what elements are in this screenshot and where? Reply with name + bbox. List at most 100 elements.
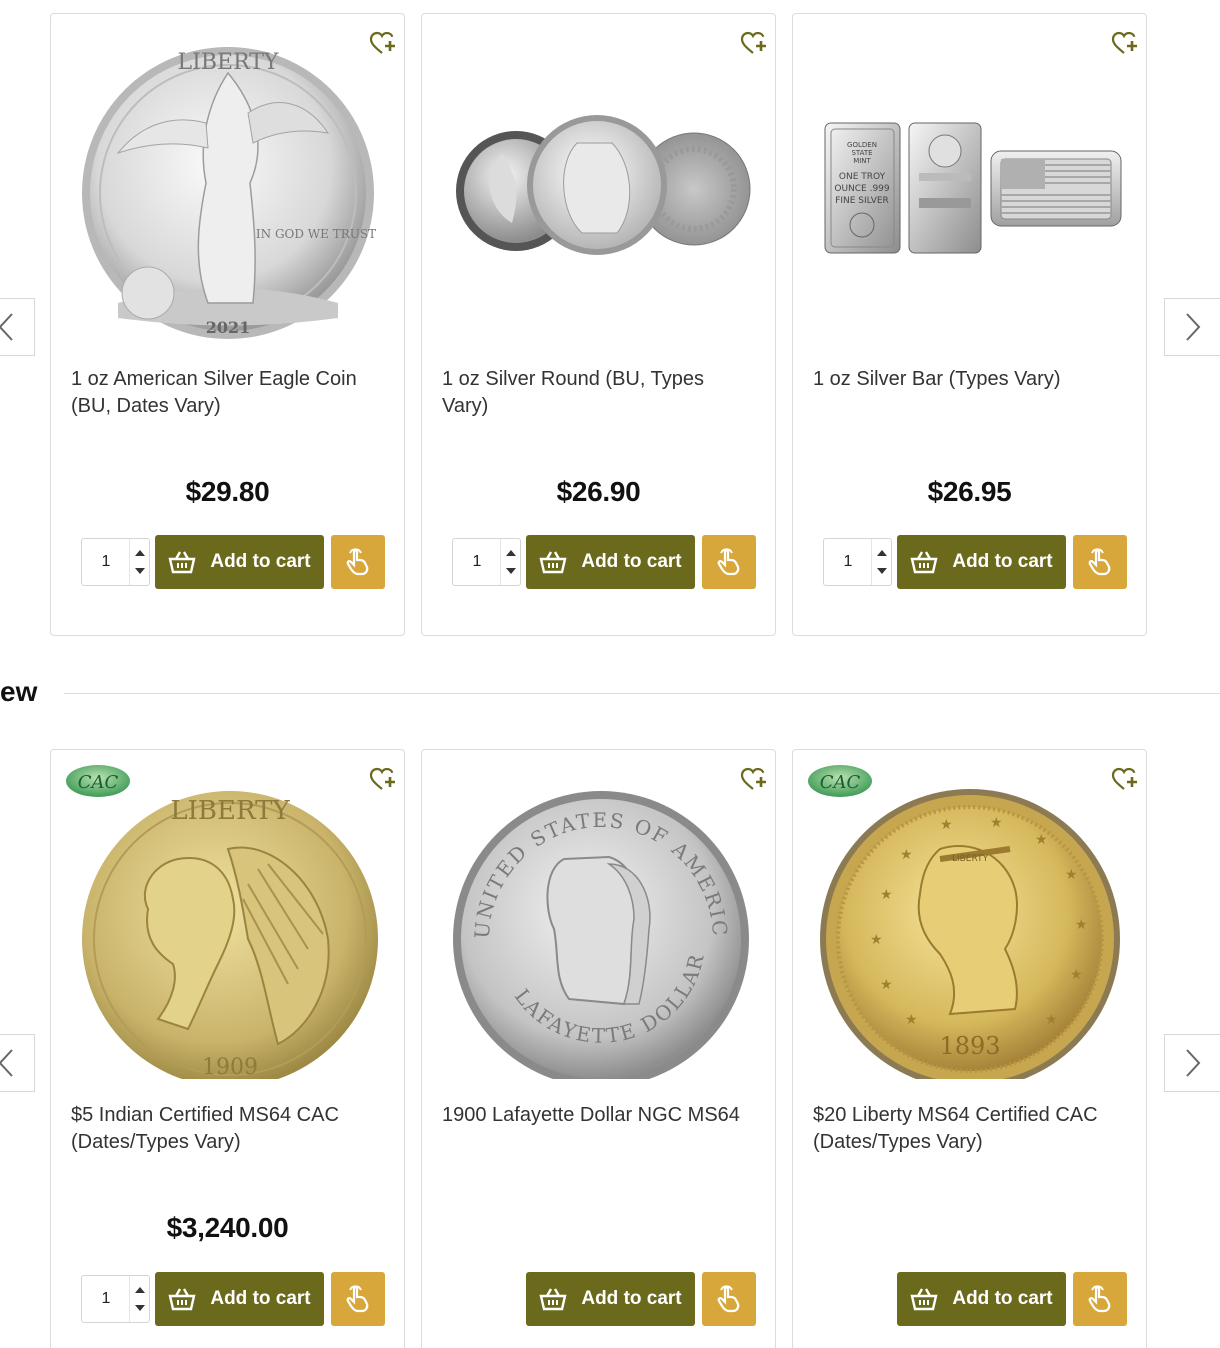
quantity-spinner[interactable] (500, 539, 520, 585)
increment-arrow-icon[interactable] (135, 550, 145, 556)
product-image[interactable]: LIBERTY 1909 (71, 764, 385, 1084)
add-to-cart-button[interactable]: Add to cart (526, 535, 695, 589)
quantity-stepper[interactable]: 1 (81, 538, 150, 586)
coin-legend: LIBERTY (178, 50, 279, 75)
decrement-arrow-icon[interactable] (877, 568, 887, 574)
add-to-cart-button[interactable]: Add to cart (155, 535, 324, 589)
product-image[interactable]: UNITED STATES OF AMERICA LAFAYETTE DOLLA… (442, 764, 756, 1084)
product-title[interactable]: 1900 Lafayette Dollar NGC MS64 (442, 1102, 742, 1129)
carousel-prev-button[interactable] (0, 1034, 35, 1092)
basket-icon (168, 551, 196, 574)
quantity-spinner[interactable] (871, 539, 891, 585)
product-card[interactable]: LIBERTY 1909 CAC $5 Indian Certified MS6… (50, 749, 405, 1348)
svg-text:★: ★ (880, 977, 893, 993)
quantity-value[interactable]: 1 (453, 539, 501, 585)
bar-text: MINT (853, 157, 871, 165)
add-to-cart-label: Add to cart (210, 551, 311, 572)
basket-icon (168, 1288, 196, 1311)
product-title[interactable]: $5 Indian Certified MS64 CAC (Dates/Type… (71, 1102, 371, 1156)
increment-arrow-icon[interactable] (506, 550, 516, 556)
product-image[interactable]: GOLDEN STATE MINT ONE TROY OUNCE .999 FI… (813, 28, 1127, 348)
svg-text:★: ★ (1075, 917, 1088, 933)
product-card[interactable]: ★ ★ ★ ★ ★ ★ ★ ★ ★ ★ ★ ★ LIBERTY 1893 CAC $20 Libe… (792, 749, 1147, 1348)
basket-icon (910, 551, 938, 574)
product-price: $26.95 (927, 476, 1012, 507)
quantity-spinner[interactable] (129, 1276, 149, 1322)
carousel-next-button[interactable] (1164, 298, 1220, 356)
chevron-left-icon (0, 313, 13, 341)
quantity-spinner[interactable] (129, 539, 149, 585)
cac-badge: CAC (807, 764, 873, 798)
coin-motto: IN GOD WE TRUST (256, 227, 376, 241)
carousel-next-button[interactable] (1164, 1034, 1220, 1092)
product-image[interactable] (442, 28, 756, 348)
hand-pointer-icon (1088, 1285, 1111, 1313)
svg-text:★: ★ (1070, 967, 1083, 983)
add-to-cart-button[interactable]: Add to cart (155, 1272, 324, 1326)
hand-pointer-icon (346, 1285, 369, 1313)
svg-text:★: ★ (870, 932, 883, 948)
hand-pointer-icon (1088, 548, 1111, 576)
quick-buy-button[interactable] (1073, 1272, 1127, 1326)
decrement-arrow-icon[interactable] (506, 568, 516, 574)
add-to-cart-label: Add to cart (210, 1288, 311, 1309)
product-image[interactable]: LIBERTY IN GOD WE TRUST 2021 (71, 28, 385, 348)
product-title[interactable]: 1 oz Silver Round (BU, Types Vary) (442, 366, 742, 420)
quick-buy-button[interactable] (702, 1272, 756, 1326)
quick-buy-button[interactable] (1073, 535, 1127, 589)
svg-text:★: ★ (990, 815, 1003, 831)
section-divider (64, 693, 1220, 694)
hand-pointer-icon (717, 1285, 740, 1313)
bar-text: FINE SILVER (835, 196, 889, 206)
increment-arrow-icon[interactable] (135, 1287, 145, 1293)
cac-badge-text: CAC (820, 772, 861, 793)
product-card[interactable]: GOLDEN STATE MINT ONE TROY OUNCE .999 FI… (792, 13, 1147, 636)
add-to-cart-label: Add to cart (581, 1288, 682, 1309)
cac-badge: CAC (65, 764, 131, 798)
svg-text:★: ★ (1035, 832, 1048, 848)
coin-year: 1893 (939, 1032, 1000, 1060)
product-price: $26.90 (556, 476, 641, 507)
quantity-value[interactable]: 1 (824, 539, 872, 585)
coin-legend: LIBERTY (952, 854, 989, 864)
add-to-cart-button[interactable]: Add to cart (897, 535, 1066, 589)
bar-text: ONE TROY (839, 172, 886, 182)
svg-text:★: ★ (905, 1012, 918, 1028)
decrement-arrow-icon[interactable] (135, 1305, 145, 1311)
product-image[interactable]: ★ ★ ★ ★ ★ ★ ★ ★ ★ ★ ★ ★ LIBERTY 1893 (813, 764, 1127, 1084)
add-to-cart-label: Add to cart (952, 551, 1053, 572)
quantity-stepper[interactable]: 1 (81, 1275, 150, 1323)
decrement-arrow-icon[interactable] (135, 568, 145, 574)
section-heading: ew (0, 676, 38, 707)
cac-badge-text: CAC (78, 772, 119, 793)
quick-buy-button[interactable] (702, 535, 756, 589)
product-title[interactable]: $20 Liberty MS64 Certified CAC (Dates/Ty… (813, 1102, 1113, 1156)
product-price: $3,240.00 (166, 1212, 289, 1243)
coin-year: 2021 (206, 318, 251, 337)
quick-buy-button[interactable] (331, 535, 385, 589)
product-title[interactable]: 1 oz Silver Bar (Types Vary) (813, 366, 1113, 393)
bar-text: OUNCE .999 (834, 184, 890, 194)
bar-text: GOLDEN (847, 141, 877, 149)
coin-year: 1909 (202, 1055, 258, 1079)
quantity-value[interactable]: 1 (82, 1276, 130, 1322)
carousel-prev-button[interactable] (0, 298, 35, 356)
basket-icon (910, 1288, 938, 1311)
quantity-stepper[interactable]: 1 (452, 538, 521, 586)
quantity-value[interactable]: 1 (82, 539, 130, 585)
svg-text:★: ★ (900, 847, 913, 863)
svg-text:★: ★ (880, 887, 893, 903)
quick-buy-button[interactable] (331, 1272, 385, 1326)
bar-text: STATE (851, 149, 872, 157)
increment-arrow-icon[interactable] (877, 550, 887, 556)
basket-icon (539, 551, 567, 574)
add-to-cart-button[interactable]: Add to cart (526, 1272, 695, 1326)
product-price: $29.80 (185, 476, 270, 507)
chevron-right-icon (1186, 313, 1201, 341)
quantity-stepper[interactable]: 1 (823, 538, 892, 586)
product-card[interactable]: LIBERTY IN GOD WE TRUST 2021 1 oz Americ… (50, 13, 405, 636)
product-card[interactable]: UNITED STATES OF AMERICA LAFAYETTE DOLLA… (421, 749, 776, 1348)
product-card[interactable]: 1 oz Silver Round (BU, Types Vary) $26.9… (421, 13, 776, 636)
product-title[interactable]: 1 oz American Silver Eagle Coin (BU, Dat… (71, 366, 371, 420)
add-to-cart-button[interactable]: Add to cart (897, 1272, 1066, 1326)
